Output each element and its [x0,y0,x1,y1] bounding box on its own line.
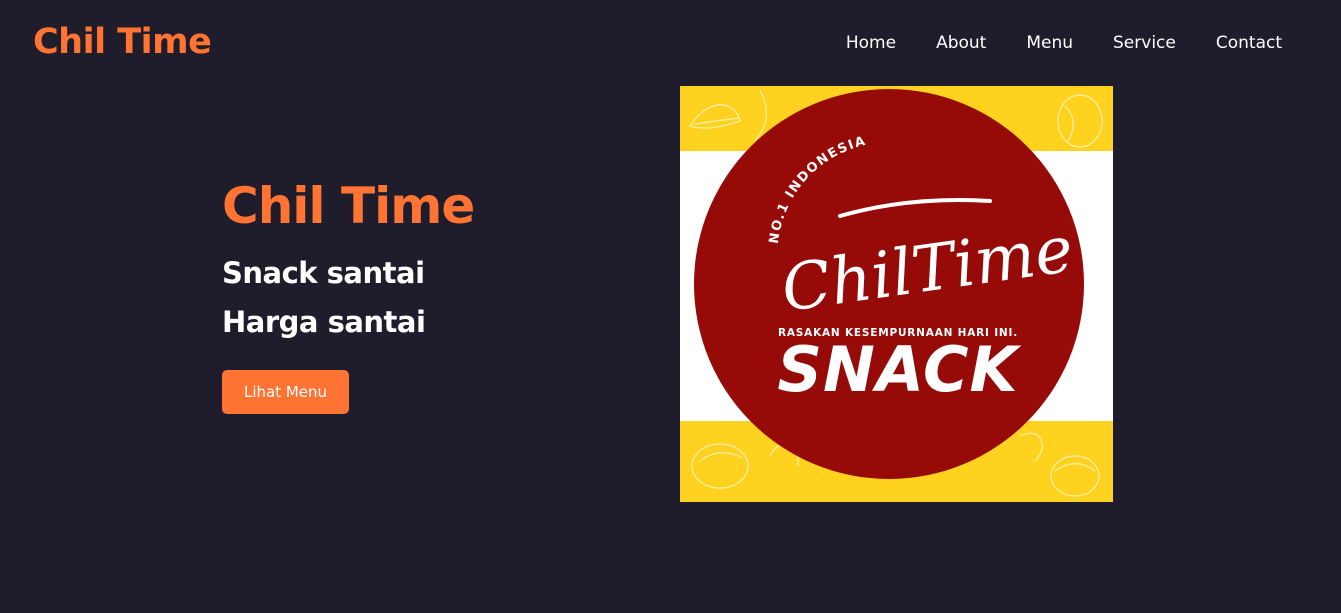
nav-item-home[interactable]: Home [846,31,896,55]
page: Chil Time Home About Menu Service Contac… [0,0,1341,613]
view-menu-button[interactable]: Lihat Menu [222,370,349,414]
logo-snack-word: SNACK [777,333,1021,406]
nav-item-contact[interactable]: Contact [1216,31,1282,55]
brand-logo-text[interactable]: Chil Time [33,20,212,64]
hero-tagline-snack: Snack santai [222,256,425,290]
hero-logo-image: NO.1 INDONESIA ChilTime RASAKAN KESEMPUR… [680,86,1113,502]
hero-tagline-price: Harga santai [222,305,426,339]
main-nav: Home About Menu Service Contact [846,31,1282,55]
chil-time-snack-logo: NO.1 INDONESIA ChilTime RASAKAN KESEMPUR… [680,86,1113,502]
nav-item-about[interactable]: About [936,31,986,55]
hero-title: Chil Time [222,177,475,235]
nav-item-menu[interactable]: Menu [1026,31,1073,55]
nav-item-service[interactable]: Service [1113,31,1176,55]
